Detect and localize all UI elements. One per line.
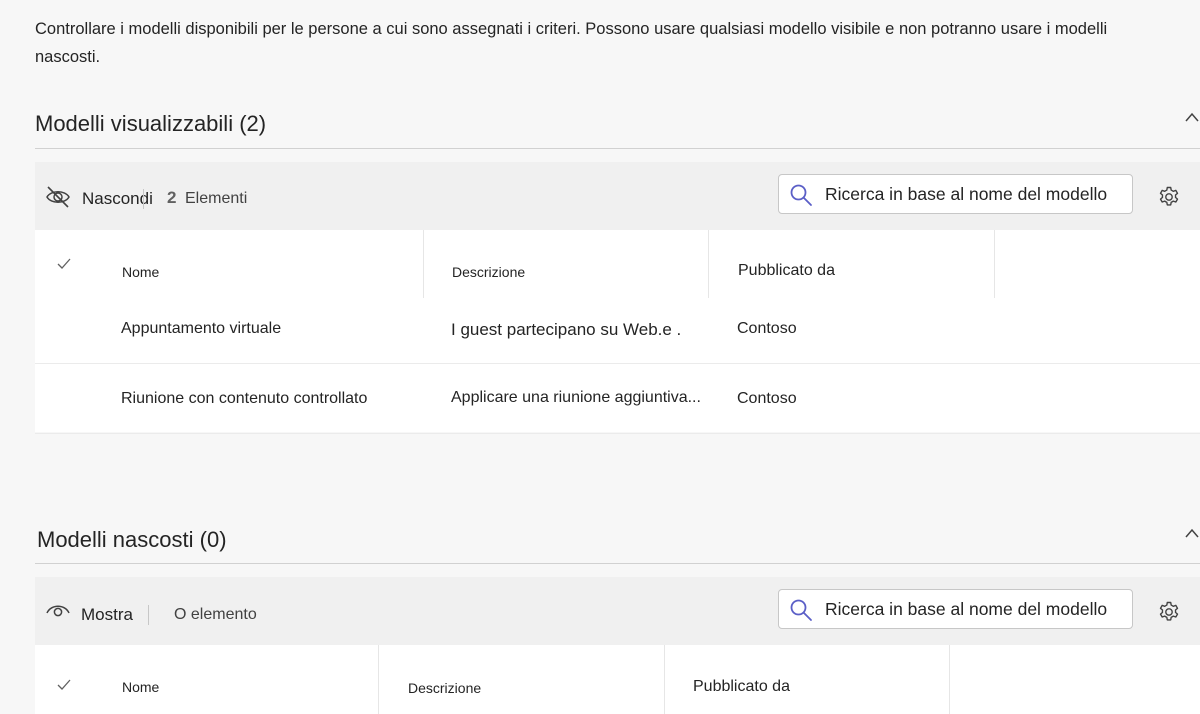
eye-off-icon[interactable]	[45, 184, 71, 210]
visible-models-title: Modelli visualizzabili (2)	[35, 111, 267, 136]
chevron-up-icon[interactable]	[1184, 110, 1200, 126]
column-divider	[378, 645, 379, 714]
section-divider	[35, 563, 1200, 564]
visible-models-toolbar: Nascondi 2 Elementi	[35, 162, 1200, 230]
hidden-models-toolbar: Mostra O elemento	[35, 577, 1200, 645]
table-row[interactable]: Riunione con contenuto controllato Appli…	[35, 363, 1200, 434]
toolbar-separator	[143, 189, 144, 209]
column-divider	[708, 230, 709, 298]
visible-search-box[interactable]	[778, 174, 1133, 214]
intro-text: Controllare i modelli disponibili per le…	[35, 20, 1108, 66]
column-divider	[664, 645, 665, 714]
search-icon	[790, 184, 812, 206]
show-button[interactable]: Mostra	[81, 603, 133, 627]
checkmark-icon[interactable]	[56, 257, 72, 271]
column-header-description[interactable]: Descrizione	[452, 262, 525, 282]
item-count-label: Elementi	[185, 190, 248, 207]
hidden-models-table: Nome Descrizione Pubblicato da	[35, 645, 1200, 714]
column-divider	[994, 230, 995, 298]
visible-models-table: Nome Descrizione Pubblicato da Appuntame…	[35, 230, 1200, 434]
section-divider	[35, 148, 1200, 149]
checkmark-icon[interactable]	[56, 678, 72, 692]
toolbar-separator	[148, 605, 149, 625]
hidden-search-input[interactable]	[825, 596, 1125, 622]
column-header-name[interactable]: Nome	[122, 677, 159, 697]
gear-icon[interactable]	[1157, 600, 1181, 624]
visible-search-input[interactable]	[825, 181, 1125, 207]
row-publisher: Contoso	[737, 320, 797, 337]
row-description: I guest partecipano su Web.e .	[451, 320, 682, 339]
item-count-label: O elemento	[174, 606, 257, 623]
gear-icon[interactable]	[1157, 185, 1181, 209]
column-header-publisher[interactable]: Pubblicato da	[693, 677, 790, 697]
eye-icon[interactable]	[45, 599, 71, 625]
item-count: 2	[167, 188, 177, 207]
column-divider	[423, 230, 424, 298]
column-header-name[interactable]: Nome	[122, 262, 159, 282]
table-row[interactable]: Appuntamento virtuale I guest partecipan…	[35, 293, 1200, 364]
column-divider	[949, 645, 950, 714]
row-name: Riunione con contenuto controllato	[121, 390, 368, 407]
row-name: Appuntamento virtuale	[121, 320, 282, 337]
hidden-models-title: Modelli nascosti (0)	[37, 527, 227, 552]
chevron-up-icon[interactable]	[1184, 526, 1200, 542]
row-description: Applicare una riunione aggiuntiva...	[451, 389, 701, 406]
row-publisher: Contoso	[737, 390, 797, 407]
column-header-publisher[interactable]: Pubblicato da	[738, 261, 835, 281]
hidden-search-box[interactable]	[778, 589, 1133, 629]
column-header-description[interactable]: Descrizione	[408, 678, 481, 698]
search-icon	[790, 599, 812, 621]
